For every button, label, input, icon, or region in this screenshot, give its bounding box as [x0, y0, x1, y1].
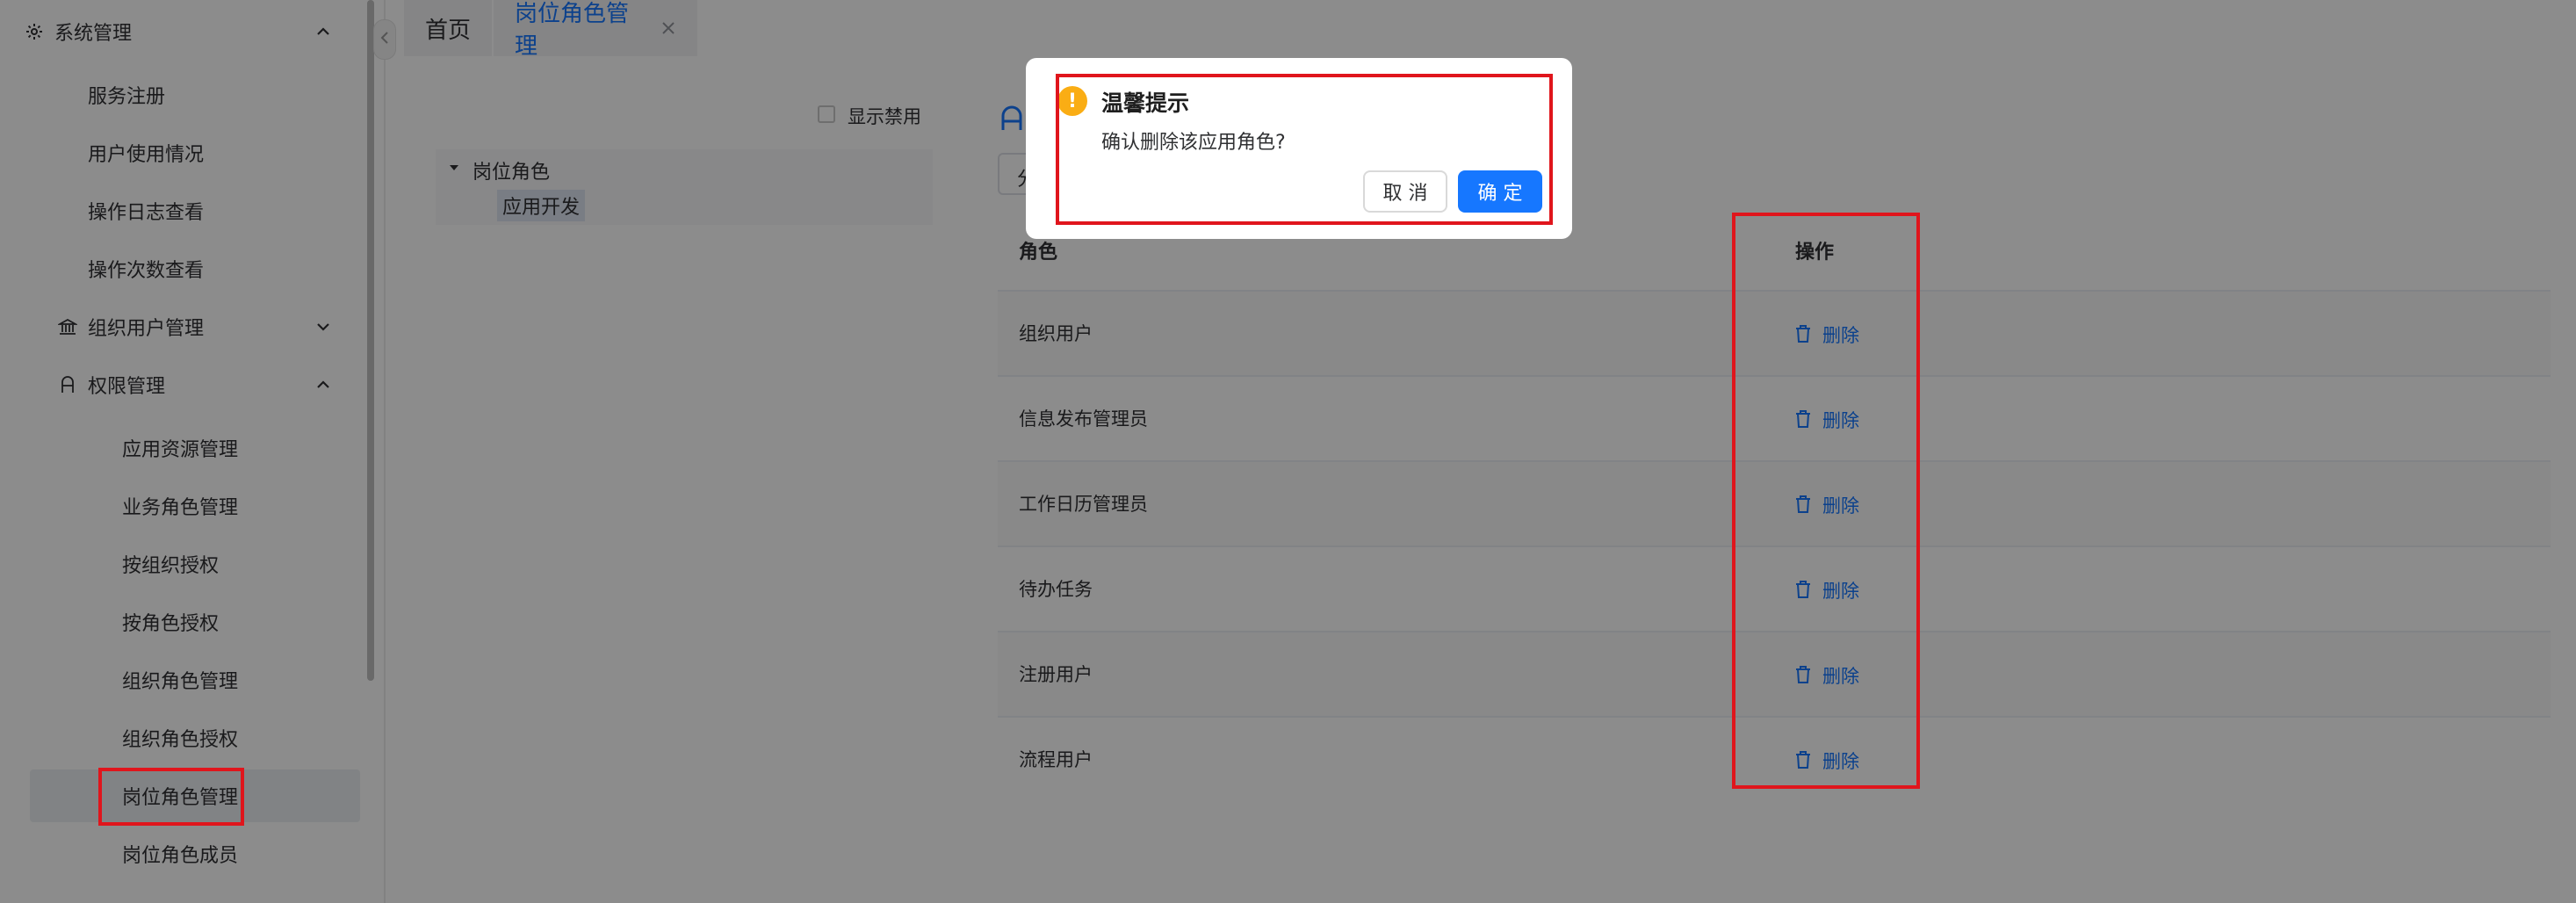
- highlight-box-actions: [1732, 213, 1920, 789]
- highlight-box-dialog: [1056, 74, 1553, 225]
- highlight-box-sidebar: [98, 768, 244, 826]
